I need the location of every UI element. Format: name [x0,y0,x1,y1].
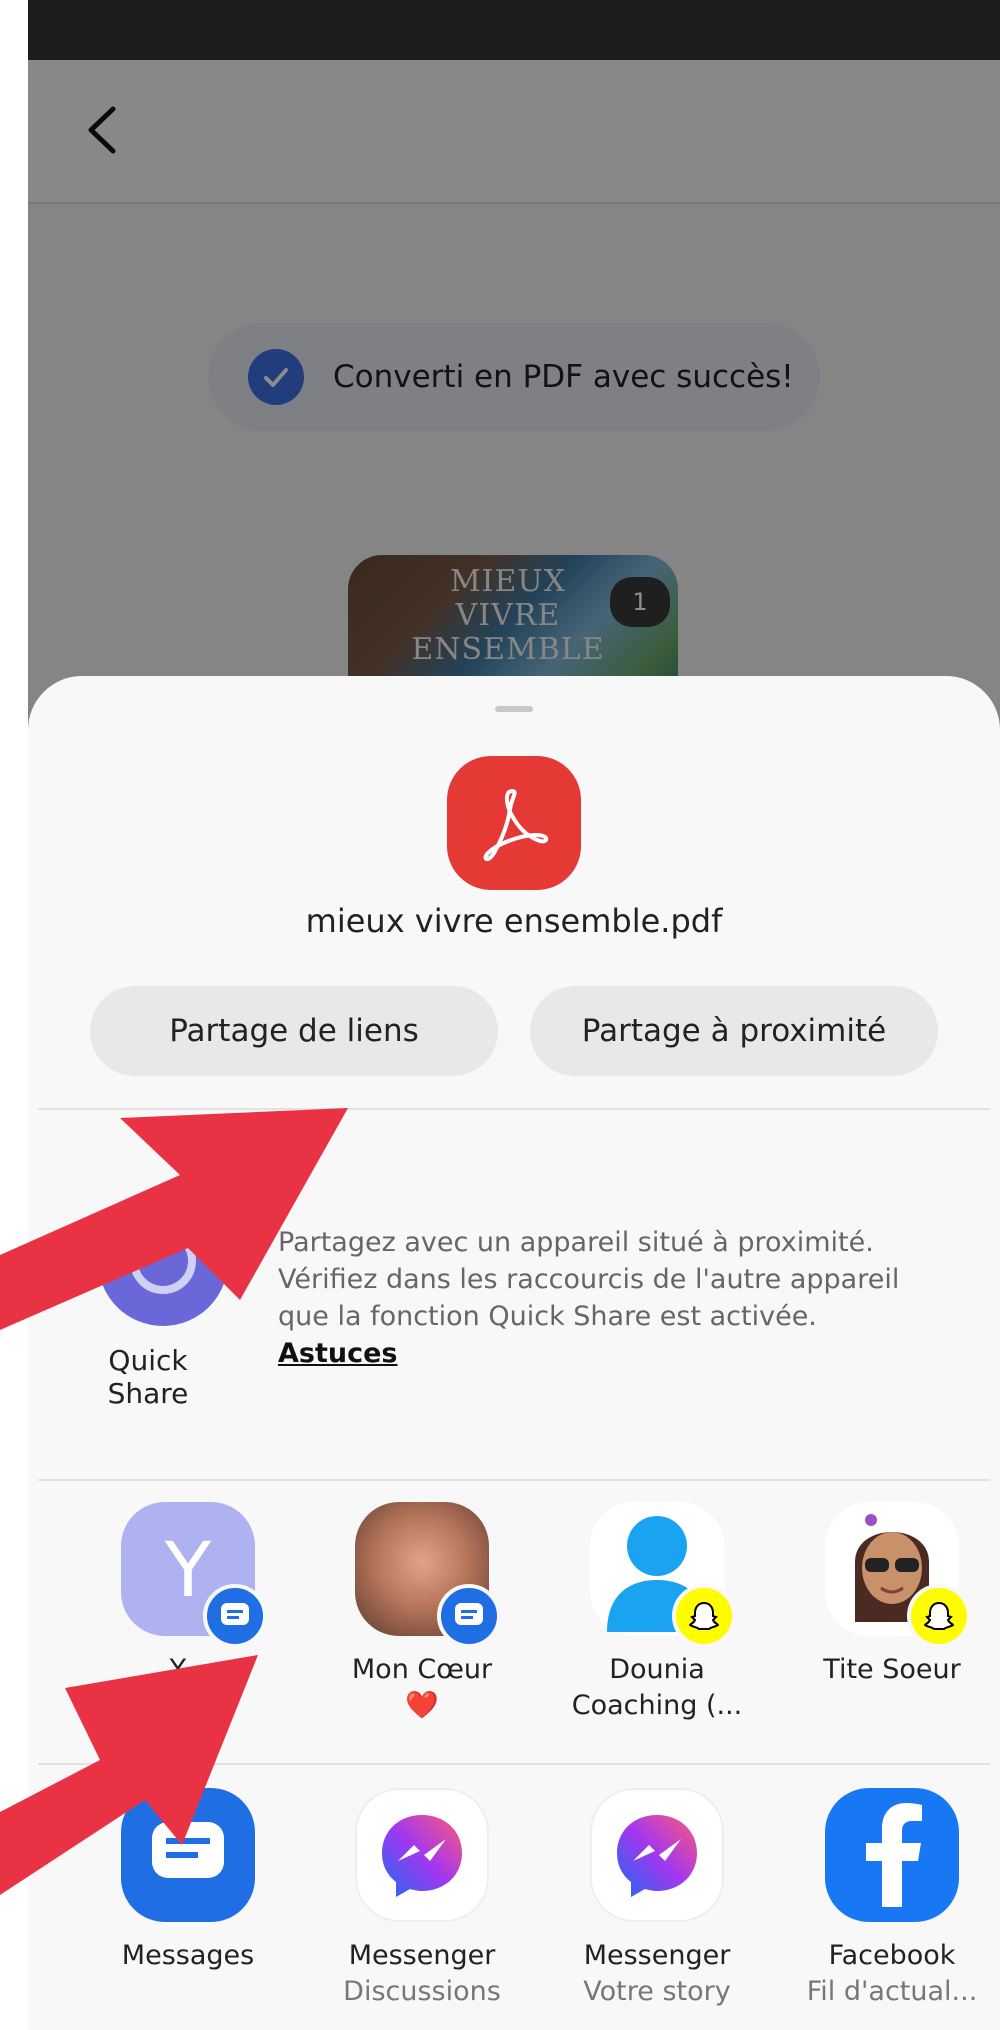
contact-dounia[interactable]: Dounia Coaching (... [547,1502,767,1724]
messages-app-icon [121,1788,255,1922]
app-label: Facebook [828,1940,956,1971]
share-sheet: mieux vivre ensemble.pdf Partage de lien… [28,676,1000,2030]
file-name: mieux vivre ensemble.pdf [305,902,723,940]
contact-mon-coeur[interactable]: Mon Cœur ❤️ [312,1502,532,1724]
app-messenger-chats[interactable]: Messenger Discussions [312,1788,532,2010]
divider [38,1763,990,1765]
app-sublabel: Fil d'actual... [806,1976,978,2007]
contact-avatar [355,1502,501,1648]
link-share-button[interactable]: Partage de liens [90,986,498,1076]
snapchat-badge-icon [907,1584,971,1648]
pdf-file-icon [447,756,581,890]
app-label: Messenger [348,1940,496,1971]
messenger-app-icon [355,1788,489,1922]
contact-name: Mon Cœur [351,1654,493,1685]
app-label: Messenger [583,1940,731,1971]
phone-screen: Converti en PDF avec succès! MIEUX VIVRE… [28,0,1000,2030]
app-sublabel: Discussions [343,1976,501,2007]
contact-tite-soeur[interactable]: Tite Soeur [782,1502,1000,1688]
app-messages[interactable]: Messages [78,1788,298,1974]
contact-avatar [825,1502,971,1648]
contact-avatar [590,1502,736,1648]
app-sublabel: Votre story [583,1976,731,2007]
nearby-share-button[interactable]: Partage à proximité [530,986,938,1076]
contact-y[interactable]: Y Y... [78,1502,298,1688]
app-messenger-story[interactable]: Messenger Votre story [547,1788,767,2010]
heart-emoji: ❤️ [405,1690,439,1721]
messenger-app-icon [590,1788,724,1922]
snapchat-badge-icon [672,1584,736,1648]
contact-avatar: Y [121,1502,267,1648]
quick-share-icon[interactable] [98,1196,228,1326]
contact-name-line2: Coaching (... [571,1690,743,1721]
app-label: Messages [121,1940,255,1971]
quick-share-description: Partagez avec un appareil situé à proxim… [278,1227,900,1369]
quick-share-label: Quick Share [107,1344,189,1410]
divider [38,1479,990,1481]
divider [38,1108,990,1110]
drag-handle[interactable] [495,706,533,712]
facebook-app-icon [825,1788,959,1922]
app-facebook[interactable]: Facebook Fil d'actual... [782,1788,1000,2010]
tips-link[interactable]: Astuces [278,1338,397,1369]
messages-badge-icon [437,1584,501,1648]
contact-name: Y... [169,1654,207,1685]
contact-name: Tite Soeur [823,1654,961,1685]
messages-badge-icon [203,1584,267,1648]
contact-name: Dounia [609,1654,705,1685]
